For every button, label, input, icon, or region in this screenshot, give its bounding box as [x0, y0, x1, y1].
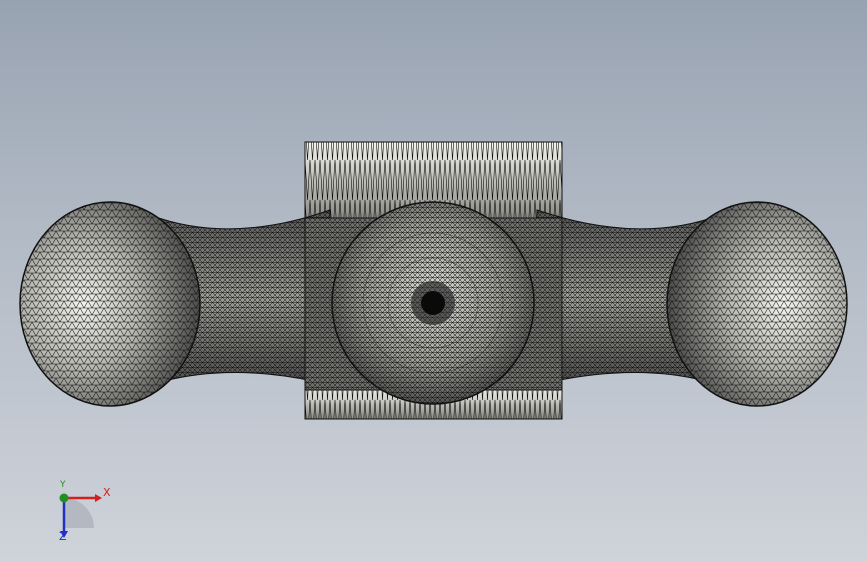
- coordinate-triad-icon: X Y Z: [40, 478, 130, 550]
- center-sphere: [331, 201, 535, 405]
- mesh-model[interactable]: [0, 0, 867, 562]
- y-axis-label: Y: [60, 480, 66, 490]
- graphics-viewport[interactable]: X Y Z: [0, 0, 867, 562]
- left-ball: [19, 201, 201, 407]
- x-axis-label: X: [103, 486, 111, 499]
- right-ball: [666, 201, 848, 407]
- z-axis-label: Z: [59, 530, 67, 543]
